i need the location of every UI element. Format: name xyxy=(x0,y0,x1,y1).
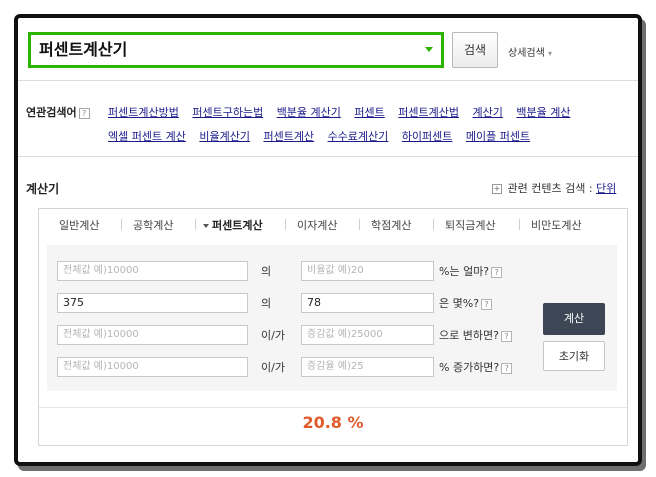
row-connector: 의 xyxy=(261,265,272,278)
calculate-button[interactable]: 계산 xyxy=(543,303,605,335)
caret-down-icon xyxy=(203,224,209,228)
related-keywords-row-1: 퍼센트계산방법 퍼센트구하는법 백분율 계산기 퍼센트 퍼센트계산법 계산기 백… xyxy=(108,104,581,120)
related-keyword-link[interactable]: 퍼센트계산방법 xyxy=(108,106,179,119)
related-keywords-title: 연관검색어 xyxy=(26,106,77,119)
related-keywords-label: 연관검색어? xyxy=(26,104,90,120)
ratio-value-input-1[interactable]: 비율값 예)20 xyxy=(301,261,434,281)
related-keywords-row-2: 엑셀 퍼센트 계산 비율계산기 퍼센트계산 수수료계산기 하이퍼센트 메이플 퍼… xyxy=(108,128,540,144)
search-button[interactable]: 검색 xyxy=(452,32,498,68)
help-icon[interactable]: ? xyxy=(78,107,90,119)
tab-percent-calc-label: 퍼센트계산 xyxy=(212,219,263,232)
related-keyword-link[interactable]: 비율계산기 xyxy=(199,130,250,143)
help-icon[interactable]: ? xyxy=(491,266,503,278)
tab-separator xyxy=(433,219,434,230)
related-keyword-link[interactable]: 퍼센트계산법 xyxy=(398,106,459,119)
total-value-input-2[interactable]: 375 xyxy=(57,293,248,313)
related-keyword-link[interactable]: 퍼센트구하는법 xyxy=(192,106,263,119)
tab-separator xyxy=(285,219,286,230)
calculator-tabs: 일반계산 공학계산 퍼센트계산 이자계산 학점계산 퇴직금계산 비만도계산 xyxy=(39,209,627,239)
search-box[interactable]: 퍼센트계산기 xyxy=(28,32,444,68)
divider xyxy=(18,80,638,81)
related-keyword-link[interactable]: 퍼센트 xyxy=(354,106,384,119)
related-contents-link[interactable]: 단위 xyxy=(596,182,616,195)
row-question: %는 얼마?? xyxy=(439,263,503,279)
related-keyword-link[interactable]: 계산기 xyxy=(473,106,503,119)
ratio-value-input-2[interactable]: 78 xyxy=(301,293,434,313)
row-question: 은 몇%?? xyxy=(439,295,493,311)
window-frame: 퍼센트계산기 검색 상세검색 ▾ 연관검색어? 퍼센트계산방법 퍼센트구하는법 … xyxy=(14,14,642,466)
tab-separator xyxy=(519,219,520,230)
row-connector: 의 xyxy=(261,297,272,310)
plus-icon[interactable]: + xyxy=(492,184,502,194)
tab-separator xyxy=(121,219,122,230)
detail-search-link[interactable]: 상세검색 ▾ xyxy=(508,44,552,59)
row-connector: 이/가 xyxy=(261,361,285,374)
divider xyxy=(39,407,627,408)
related-keyword-link[interactable]: 수수료계산기 xyxy=(328,130,389,143)
calculator-panel: 일반계산 공학계산 퍼센트계산 이자계산 학점계산 퇴직금계산 비만도계산 전체… xyxy=(38,208,628,446)
change-rate-input[interactable]: 증감율 예)25 xyxy=(301,357,434,377)
total-value-input-3[interactable]: 전체값 예)10000 xyxy=(57,325,248,345)
related-keyword-link[interactable]: 메이플 퍼센트 xyxy=(466,130,530,143)
tab-general-calc[interactable]: 일반계산 xyxy=(59,217,99,233)
reset-button[interactable]: 초기화 xyxy=(543,341,605,371)
row-question-text: % 증가하면? xyxy=(439,361,500,374)
related-keyword-link[interactable]: 엑셀 퍼센트 계산 xyxy=(108,130,186,143)
tab-grade-calc[interactable]: 학점계산 xyxy=(371,217,411,233)
change-value-input[interactable]: 증감값 예)25000 xyxy=(301,325,434,345)
row-question-text: %는 얼마? xyxy=(439,265,490,278)
percent-form: 전체값 예)10000 의 비율값 예)20 %는 얼마?? 375 의 78 … xyxy=(47,245,617,391)
divider xyxy=(18,156,638,157)
row-question-text: 으로 변하면? xyxy=(439,329,499,342)
related-keyword-link[interactable]: 백분율 계산기 xyxy=(277,106,341,119)
help-icon[interactable]: ? xyxy=(501,362,513,374)
total-value-input-1[interactable]: 전체값 예)10000 xyxy=(57,261,248,281)
detail-search-label: 상세검색 xyxy=(508,48,545,59)
tab-interest-calc[interactable]: 이자계산 xyxy=(297,217,337,233)
related-contents-label: 관련 컨텐츠 검색 : xyxy=(507,182,593,195)
search-input[interactable]: 퍼센트계산기 xyxy=(39,35,127,65)
tab-separator xyxy=(359,219,360,230)
row-question: 으로 변하면?? xyxy=(439,327,512,343)
tab-separator xyxy=(195,219,196,230)
result-value: 20.8 % xyxy=(302,413,364,432)
row-question: % 증가하면?? xyxy=(439,359,513,375)
tab-percent-calc[interactable]: 퍼센트계산 xyxy=(203,217,263,233)
help-icon[interactable]: ? xyxy=(481,298,493,310)
tab-bmi-calc[interactable]: 비만도계산 xyxy=(531,217,582,233)
related-keyword-link[interactable]: 백분율 계산 xyxy=(516,106,570,119)
row-question-text: 은 몇%? xyxy=(439,297,480,310)
total-value-input-4[interactable]: 전체값 예)10000 xyxy=(57,357,248,377)
tab-severance-calc[interactable]: 퇴직금계산 xyxy=(445,217,496,233)
tab-engineering-calc[interactable]: 공학계산 xyxy=(133,217,173,233)
help-icon[interactable]: ? xyxy=(500,330,512,342)
related-keyword-link[interactable]: 퍼센트계산 xyxy=(263,130,314,143)
related-keyword-link[interactable]: 하이퍼센트 xyxy=(402,130,453,143)
search-dropdown-caret-icon[interactable] xyxy=(425,47,433,52)
calculator-title: 계산기 xyxy=(26,182,60,196)
row-connector: 이/가 xyxy=(261,329,285,342)
related-contents: + 관련 컨텐츠 검색 : 단위 xyxy=(492,180,616,196)
chevron-down-icon: ▾ xyxy=(548,49,553,58)
